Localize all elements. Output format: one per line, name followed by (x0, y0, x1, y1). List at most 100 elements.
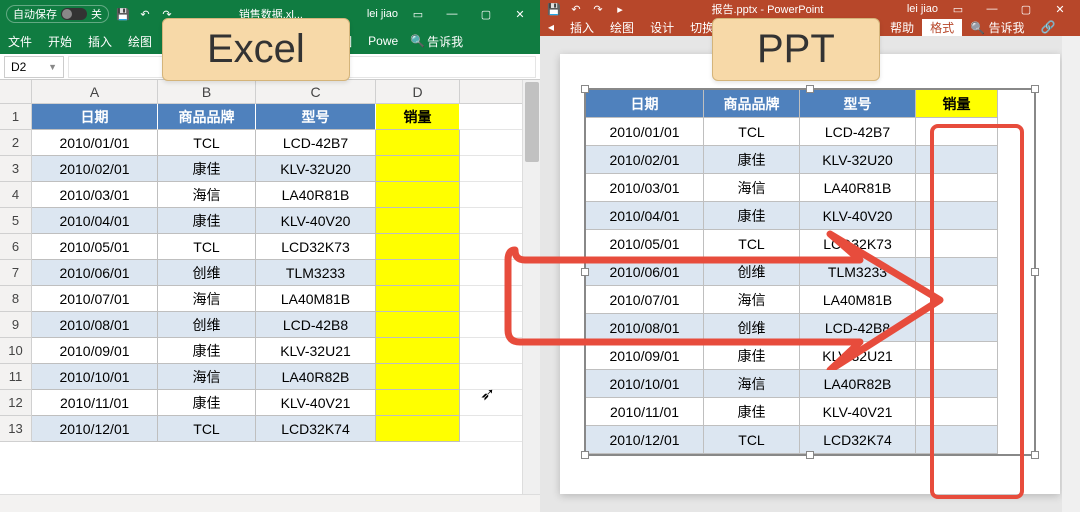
cell[interactable] (916, 174, 998, 202)
cell[interactable]: 2010/07/01 (32, 286, 158, 312)
window-settings-icon[interactable]: ▭ (404, 8, 432, 21)
cell[interactable]: TCL (704, 230, 800, 258)
cell[interactable]: LCD32K74 (800, 426, 916, 454)
cell[interactable]: 康佳 (158, 156, 256, 182)
cell[interactable]: 康佳 (158, 390, 256, 416)
cell[interactable] (376, 260, 460, 286)
tell-me-search[interactable]: 🔍 告诉我 (962, 19, 1032, 36)
cell[interactable]: 海信 (704, 174, 800, 202)
cell[interactable] (376, 390, 460, 416)
ribbon-tab[interactable]: 文件 (0, 28, 40, 54)
cell[interactable]: LCD-42B7 (800, 118, 916, 146)
cell[interactable]: TLM3233 (256, 260, 376, 286)
resize-handle[interactable] (581, 268, 589, 276)
row-header[interactable]: 13 (0, 416, 32, 442)
cell[interactable]: 2010/04/01 (32, 208, 158, 234)
row-header[interactable]: 11 (0, 364, 32, 390)
cell[interactable]: LA40M81B (800, 286, 916, 314)
cell[interactable]: 2010/10/01 (586, 370, 704, 398)
cell[interactable]: 康佳 (704, 146, 800, 174)
resize-handle[interactable] (1031, 451, 1039, 459)
prev-tabs-icon[interactable]: ◂ (540, 19, 562, 36)
cell[interactable]: 2010/01/01 (586, 118, 704, 146)
cell[interactable]: TCL (704, 426, 800, 454)
cell[interactable]: 海信 (704, 286, 800, 314)
save-icon[interactable]: 💾 (546, 1, 562, 17)
cell[interactable]: TCL (158, 234, 256, 260)
maximize-icon[interactable]: ▢ (1012, 3, 1040, 16)
select-all-corner[interactable] (0, 80, 32, 103)
resize-handle[interactable] (1031, 85, 1039, 93)
cell[interactable] (376, 364, 460, 390)
cell[interactable] (916, 146, 998, 174)
cell[interactable]: KLV-40V20 (256, 208, 376, 234)
col-header-a[interactable]: A (32, 80, 158, 103)
cell[interactable]: 2010/09/01 (32, 338, 158, 364)
close-icon[interactable]: ✕ (1046, 3, 1074, 16)
ribbon-tab[interactable]: 开始 (40, 28, 80, 54)
cell[interactable] (376, 234, 460, 260)
cell[interactable]: LA40R82B (256, 364, 376, 390)
cell[interactable]: 2010/10/01 (32, 364, 158, 390)
row-header[interactable]: 5 (0, 208, 32, 234)
cell[interactable] (376, 416, 460, 442)
minimize-icon[interactable]: — (978, 3, 1006, 15)
cell[interactable]: 2010/08/01 (32, 312, 158, 338)
cell[interactable]: 康佳 (704, 342, 800, 370)
cell[interactable]: 康佳 (704, 398, 800, 426)
cell[interactable] (376, 182, 460, 208)
cell[interactable]: 2010/12/01 (32, 416, 158, 442)
resize-handle[interactable] (581, 451, 589, 459)
cell[interactable]: LCD-42B8 (256, 312, 376, 338)
cell[interactable]: 2010/11/01 (586, 398, 704, 426)
cell[interactable]: 2010/11/01 (32, 390, 158, 416)
cell[interactable]: 2010/06/01 (32, 260, 158, 286)
ribbon-tab[interactable]: 绘图 (602, 19, 642, 36)
cell[interactable] (916, 230, 998, 258)
maximize-icon[interactable]: ▢ (472, 8, 500, 21)
cell[interactable]: LCD32K73 (800, 230, 916, 258)
cell[interactable]: KLV-40V21 (800, 398, 916, 426)
cell[interactable] (916, 426, 998, 454)
window-settings-icon[interactable]: ▭ (944, 3, 972, 16)
scroll-thumb[interactable] (525, 82, 539, 162)
row-header[interactable]: 7 (0, 260, 32, 286)
cell[interactable]: LA40R82B (800, 370, 916, 398)
cell[interactable]: 海信 (158, 286, 256, 312)
cell[interactable]: 2010/03/01 (32, 182, 158, 208)
cell[interactable]: 2010/04/01 (586, 202, 704, 230)
cell[interactable]: 2010/02/01 (586, 146, 704, 174)
cell[interactable]: 康佳 (704, 202, 800, 230)
save-icon[interactable]: 💾 (115, 6, 131, 22)
ppt-table[interactable]: 日期商品品牌型号销量2010/01/01TCLLCD-42B72010/02/0… (584, 88, 1036, 456)
col-header-c[interactable]: C (256, 80, 376, 103)
row-header[interactable]: 6 (0, 234, 32, 260)
cell[interactable]: 2010/12/01 (586, 426, 704, 454)
cell[interactable]: LA40R81B (256, 182, 376, 208)
cell[interactable]: 销量 (376, 104, 460, 130)
ribbon-tab[interactable]: 绘图 (120, 28, 160, 54)
cell[interactable]: 型号 (800, 90, 916, 118)
cell[interactable] (916, 342, 998, 370)
cell[interactable] (376, 286, 460, 312)
cell[interactable]: 2010/09/01 (586, 342, 704, 370)
cell[interactable]: 康佳 (158, 208, 256, 234)
row-header[interactable]: 1 (0, 104, 32, 130)
ribbon-tab[interactable]: 插入 (562, 19, 602, 36)
cell[interactable]: KLV-32U21 (800, 342, 916, 370)
ribbon-tab[interactable]: 帮助 (882, 19, 922, 36)
cell[interactable] (376, 130, 460, 156)
cell[interactable]: TCL (158, 416, 256, 442)
cell[interactable] (376, 156, 460, 182)
cell[interactable]: 2010/06/01 (586, 258, 704, 286)
resize-handle[interactable] (1031, 268, 1039, 276)
cell[interactable] (916, 370, 998, 398)
cell[interactable]: KLV-32U21 (256, 338, 376, 364)
vertical-scrollbar[interactable] (1062, 36, 1080, 512)
cell[interactable]: LCD32K74 (256, 416, 376, 442)
cell[interactable] (916, 202, 998, 230)
cell[interactable] (376, 338, 460, 364)
resize-handle[interactable] (581, 85, 589, 93)
cell[interactable] (376, 208, 460, 234)
close-icon[interactable]: ✕ (506, 8, 534, 21)
